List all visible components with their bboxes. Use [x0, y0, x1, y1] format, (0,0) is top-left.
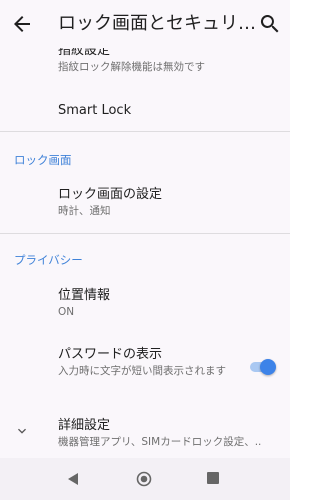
smart-lock-item[interactable]: Smart Lock: [58, 102, 278, 120]
show-passwords-toggle[interactable]: [248, 359, 276, 375]
item-summary: 時計、通知: [58, 205, 111, 217]
chevron-down-icon[interactable]: [14, 423, 30, 439]
app-bar: ロック画面とセキュリ…: [0, 0, 290, 48]
advanced-settings-item[interactable]: 詳細設定 機器管理アプリ、SIMカードロック設定、..: [58, 417, 278, 449]
show-passwords-item[interactable]: パスワードの表示 入力時に文字が短い間表示されます: [58, 346, 238, 378]
nav-back-icon[interactable]: [66, 472, 80, 486]
nav-home-icon[interactable]: [136, 471, 152, 487]
nav-recent-apps-icon[interactable]: [207, 472, 219, 484]
item-summary: 機器管理アプリ、SIMカードロック設定、..: [58, 436, 262, 448]
item-summary: 入力時に文字が短い間表示されます: [58, 365, 226, 377]
item-summary: ON: [58, 306, 75, 318]
item-title: Smart Lock: [58, 103, 132, 118]
item-title: 指紋設定: [58, 48, 111, 58]
page-title: ロック画面とセキュリ…: [58, 13, 256, 34]
fingerprint-settings-item[interactable]: 指紋設定 指紋ロック解除機能は無効です: [58, 48, 278, 74]
item-title: ロック画面の設定: [58, 187, 163, 202]
item-title: 詳細設定: [58, 418, 111, 433]
lock-screen-settings-item[interactable]: ロック画面の設定 時計、通知: [58, 186, 278, 218]
search-icon[interactable]: [258, 12, 282, 36]
divider: [0, 233, 290, 234]
location-item[interactable]: 位置情報 ON: [58, 287, 278, 319]
toggle-thumb: [260, 359, 276, 375]
item-summary: 指紋ロック解除機能は無効です: [58, 61, 205, 73]
section-header-privacy: プライバシー: [14, 253, 83, 267]
divider: [0, 131, 290, 132]
system-navigation-bar: [0, 458, 290, 500]
back-arrow-icon[interactable]: [10, 12, 34, 36]
section-header-lock-screen: ロック画面: [14, 153, 72, 167]
settings-list: 指紋設定 指紋ロック解除機能は無効です Smart Lock ロック画面 ロック…: [0, 48, 290, 458]
item-title: 位置情報: [58, 288, 111, 303]
item-title: パスワードの表示: [58, 347, 163, 362]
